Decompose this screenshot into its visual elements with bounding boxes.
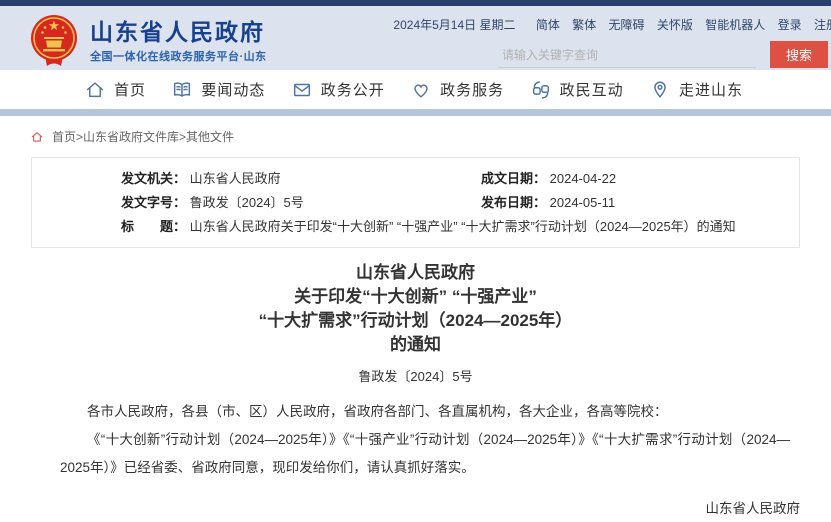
issuing-org-value: 山东省人民政府 <box>190 171 281 186</box>
mail-icon <box>291 79 313 101</box>
document-title-line: 山东省人民政府 <box>0 261 831 285</box>
site-header: 山东省人民政府 全国一体化在线政务服务平台·山东 2024年5月14日 星期二 … <box>0 6 831 70</box>
main-nav: 首页 要闻动态 政务公开 政务服务 政民互动 走进山东 <box>0 70 831 109</box>
meta-row: 标 题： 山东省人民政府关于印发“十大创新” “十强产业” “十大扩需求”行动计… <box>121 215 789 239</box>
link-accessibility[interactable]: 无障碍 <box>609 18 645 32</box>
title-label: 标 题： <box>121 219 186 234</box>
current-date: 2024年5月14日 星期二 <box>393 18 515 32</box>
meta-row: 发文机关： 山东省人民政府 成文日期： 2024-04-22 <box>121 167 789 191</box>
nav-label: 政民互动 <box>560 79 624 100</box>
nav-label: 首页 <box>114 79 146 100</box>
site-text: 山东省人民政府 全国一体化在线政务服务平台·山东 <box>90 19 267 64</box>
nav-item-news[interactable]: 要闻动态 <box>171 79 265 101</box>
breadcrumb[interactable]: 首页>山东省政府文件库>其他文件 <box>0 116 831 155</box>
link-care-version[interactable]: 关怀版 <box>657 18 693 32</box>
link-login[interactable]: 登录 <box>778 18 802 32</box>
nav-item-gov-disclosure[interactable]: 政务公开 <box>291 79 385 101</box>
issuing-org-label: 发文机关： <box>121 171 186 186</box>
site-title: 山东省人民政府 <box>90 19 267 45</box>
nav-label: 要闻动态 <box>201 79 265 100</box>
map-pin-icon <box>649 79 671 101</box>
document-number: 鲁政发〔2024〕5号 <box>0 366 831 385</box>
publish-date-value: 2024-05-11 <box>550 195 616 210</box>
doc-no-label: 发文字号： <box>121 195 186 210</box>
book-icon <box>171 79 193 101</box>
toplinks-row: 2024年5月14日 星期二 简体 繁体 无障碍 关怀版 智能机器人 登录 注册 <box>393 16 831 33</box>
document-title: 山东省人民政府 关于印发“十大创新” “十强产业” “十大扩需求”行动计划（20… <box>0 261 831 357</box>
search-button[interactable]: 搜索 <box>770 41 828 68</box>
page: 山东省人民政府 全国一体化在线政务服务平台·山东 2024年5月14日 星期二 … <box>0 0 831 522</box>
meta-row: 发文字号： 鲁政发〔2024〕5号 发布日期： 2024-05-11 <box>121 191 789 215</box>
body-paragraph: 各市人民政府，各县（市、区）人民政府，省政府各部门、各直属机构，各大企业，各高等… <box>60 398 790 426</box>
home-icon <box>84 79 106 101</box>
nav-label: 走进山东 <box>679 79 743 100</box>
body-paragraph: 《“十大创新”行动计划（2024—2025年）》《“十强产业”行动计划（2024… <box>60 426 790 482</box>
divider-band <box>0 109 831 116</box>
heart-icon <box>410 79 432 101</box>
site-logo[interactable]: 山东省人民政府 全国一体化在线政务服务平台·山东 <box>30 14 267 68</box>
doc-no-value: 鲁政发〔2024〕5号 <box>190 195 304 210</box>
link-traditional[interactable]: 繁体 <box>572 18 596 32</box>
nav-item-about-shandong[interactable]: 走进山东 <box>649 79 743 101</box>
link-register[interactable]: 注册 <box>814 18 831 32</box>
signature-org: 山东省人民政府 <box>0 495 800 522</box>
link-smart-robot[interactable]: 智能机器人 <box>705 18 765 32</box>
document-body: 各市人民政府，各县（市、区）人民政府，省政府各部门、各直属机构，各大企业，各高等… <box>60 398 790 482</box>
signature-block: 山东省人民政府 2024年4月22日 <box>0 495 800 522</box>
nav-label: 政务公开 <box>321 79 385 100</box>
title-value: 山东省人民政府关于印发“十大创新” “十强产业” “十大扩需求”行动计划（202… <box>190 219 736 234</box>
link-simplified[interactable]: 简体 <box>536 18 560 32</box>
document-title-line: 的通知 <box>0 333 831 357</box>
nav-item-interaction[interactable]: 政民互动 <box>530 79 624 101</box>
search-bar: 搜索 <box>498 41 828 68</box>
chat-icon <box>530 79 552 101</box>
national-emblem-icon <box>30 14 78 68</box>
breadcrumb-home-icon <box>30 130 44 144</box>
search-input[interactable] <box>498 43 756 68</box>
header-right: 2024年5月14日 星期二 简体 繁体 无障碍 关怀版 智能机器人 登录 注册… <box>393 16 828 68</box>
nav-label: 政务服务 <box>440 79 504 100</box>
written-date-label: 成文日期： <box>481 171 546 186</box>
document-meta-panel: 发文机关： 山东省人民政府 成文日期： 2024-04-22 发文字号： 鲁政发… <box>31 157 800 248</box>
nav-item-gov-services[interactable]: 政务服务 <box>410 79 504 101</box>
written-date-value: 2024-04-22 <box>550 171 617 186</box>
publish-date-label: 发布日期： <box>481 195 546 210</box>
document-title-line: “十大扩需求”行动计划（2024—2025年） <box>0 309 831 333</box>
site-subtitle: 全国一体化在线政务服务平台·山东 <box>90 48 267 64</box>
nav-item-home[interactable]: 首页 <box>84 79 146 101</box>
breadcrumb-path: 首页>山东省政府文件库>其他文件 <box>52 128 234 145</box>
document-title-line: 关于印发“十大创新” “十强产业” <box>0 285 831 309</box>
